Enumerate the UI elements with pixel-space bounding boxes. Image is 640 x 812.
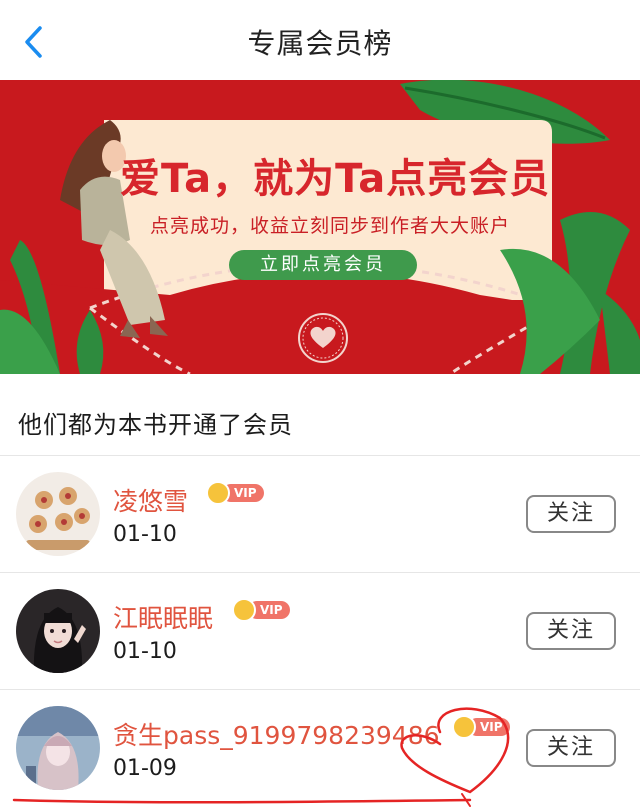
nav-header: 专属会员榜 [0,0,640,80]
member-name[interactable]: 凌悠雪 [113,482,188,518]
member-name[interactable]: 贪生pass_9199798239486 [113,716,440,752]
member-name[interactable]: 江眠眠眠 [113,599,213,635]
crown-icon [452,715,476,739]
section-title: 他们都为本书开通了会员 [18,411,293,439]
member-row[interactable]: 江眠眠眠 VIP 01-10 关注 [0,573,640,689]
follow-button[interactable]: 关注 [526,729,616,767]
join-date: 01-09 [113,756,177,781]
follow-button[interactable]: 关注 [526,612,616,650]
banner-subtitle: 点亮成功，收益立刻同步到作者大大账户 [150,215,511,237]
crown-icon [206,481,230,505]
light-up-membership-button[interactable]: 立即点亮会员 [229,250,417,280]
follow-button[interactable]: 关注 [526,495,616,533]
girl-portrait-avatar[interactable] [16,589,100,673]
promo-banner[interactable]: 爱Ta，就为Ta点亮会员 点亮成功，收益立刻同步到作者大大账户 立即点亮会员 [0,80,640,374]
cookies-photo-avatar[interactable] [16,472,100,556]
join-date: 01-10 [113,522,177,547]
banner-title: 爱Ta，就为Ta点亮会员 [120,156,551,202]
crown-icon [232,598,256,622]
page-title: 专属会员榜 [247,27,393,60]
member-row[interactable]: 凌悠雪 VIP 01-10 关注 [0,456,640,572]
join-date: 01-10 [113,639,177,664]
anime-girl-avatar[interactable] [16,706,100,790]
member-row[interactable]: 贪生pass_9199798239486 VIP 01-09 关注 [0,690,640,806]
